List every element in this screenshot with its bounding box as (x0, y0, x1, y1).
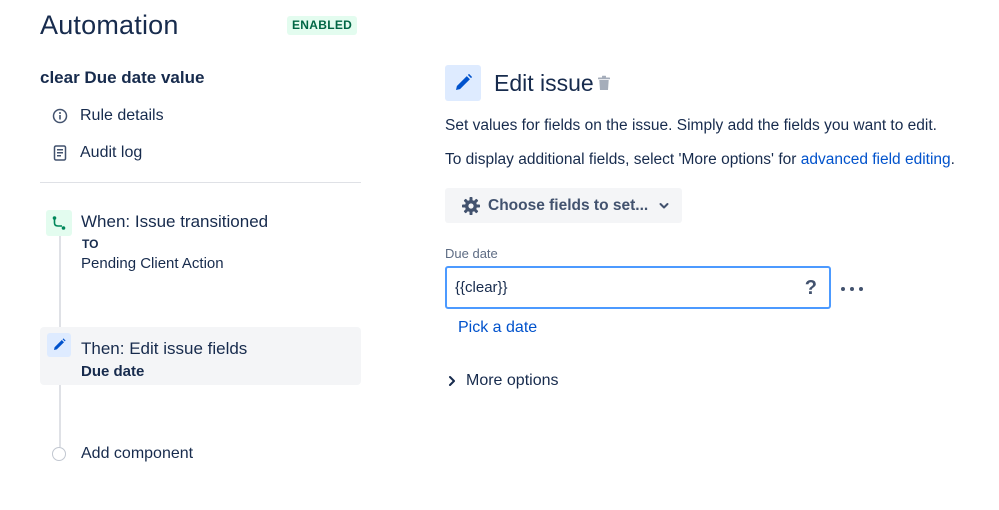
page-title: Automation (40, 10, 179, 40)
pick-a-date-link[interactable]: Pick a date (458, 319, 537, 337)
rule-name: clear Due date value (40, 68, 205, 87)
panel-description: Set values for fields on the issue. Simp… (445, 117, 937, 134)
chevron-down-icon (658, 200, 670, 212)
description-suffix: . (950, 151, 955, 168)
trigger-to-label: TO (82, 237, 99, 251)
nav-item-label: Rule details (80, 107, 164, 124)
document-icon (40, 145, 80, 161)
nav-item-rule-details[interactable]: Rule details (40, 101, 360, 131)
action-title: Then: Edit issue fields (81, 339, 248, 358)
more-options-toggle[interactable]: More options (447, 372, 559, 390)
nav-item-audit-log[interactable]: Audit log (40, 138, 360, 168)
info-icon (40, 108, 80, 124)
trash-icon[interactable] (597, 75, 613, 93)
description-prefix: To display additional fields, select 'Mo… (445, 151, 801, 168)
pencil-icon (47, 333, 71, 357)
status-badge: ENABLED (287, 16, 358, 35)
add-component-dot (52, 447, 66, 461)
add-component-label: Add component (81, 445, 194, 462)
branch-icon (46, 210, 72, 236)
trigger-status: Pending Client Action (81, 255, 224, 272)
nav-item-label: Audit log (80, 144, 143, 161)
panel-title: Edit issue (494, 70, 594, 96)
panel-description-advanced: To display additional fields, select 'Mo… (445, 151, 955, 169)
due-date-field[interactable]: ? (445, 266, 831, 309)
trigger-title: When: Issue transitioned (81, 212, 269, 231)
more-options-label: More options (466, 372, 559, 389)
action-field: Due date (81, 363, 145, 380)
add-component-button[interactable]: Add component (40, 442, 240, 466)
action-step[interactable]: Then: Edit issue fields Due date (40, 327, 361, 385)
choose-fields-label: Choose fields to set... (488, 196, 649, 214)
choose-fields-button[interactable]: Choose fields to set... (445, 188, 682, 223)
chevron-right-icon (447, 375, 457, 387)
help-icon[interactable]: ? (805, 277, 817, 300)
more-actions-icon[interactable] (839, 279, 865, 299)
gear-icon (461, 196, 481, 216)
trigger-step[interactable]: When: Issue transitioned TO Pending Clie… (40, 205, 361, 285)
pencil-icon (445, 65, 481, 101)
sidebar-divider (40, 182, 361, 183)
advanced-field-editing-link[interactable]: advanced field editing (801, 151, 951, 168)
due-date-label: Due date (445, 246, 498, 261)
due-date-input[interactable] (447, 268, 787, 307)
